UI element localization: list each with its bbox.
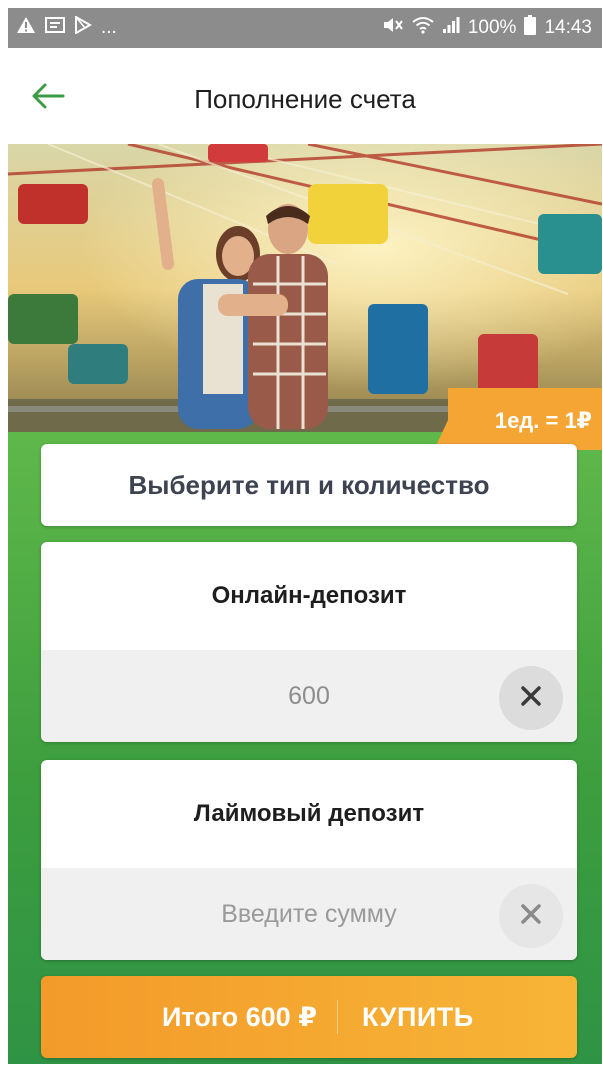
mute-icon — [382, 16, 404, 40]
total-amount: Итого 600 ₽ — [162, 1001, 317, 1032]
notification-more: ... — [101, 17, 117, 38]
buy-button[interactable]: Итого 600 ₽ КУПИТЬ — [41, 976, 577, 1058]
online-deposit-clear-button[interactable] — [499, 666, 563, 730]
play-store-icon — [74, 15, 93, 40]
battery-icon — [524, 15, 537, 41]
battery-percent: 100% — [467, 17, 517, 38]
message-icon — [45, 16, 65, 40]
content-background — [8, 432, 602, 1064]
page-title: Пополнение счета — [194, 84, 416, 114]
online-deposit-title: Онлайн-депозит — [211, 582, 407, 609]
alert-triangle-icon — [16, 16, 36, 40]
signal-icon — [442, 16, 460, 40]
app-screen: ... 100% 14:43 Пополнение счета 1ед. = 1… — [8, 8, 602, 1064]
lime-deposit-input[interactable] — [41, 868, 577, 960]
choose-type-card: Выберите тип и количество — [41, 444, 577, 526]
online-deposit-input[interactable] — [41, 650, 577, 742]
status-bar: ... 100% 14:43 — [8, 8, 602, 48]
online-deposit-field — [41, 650, 577, 742]
close-icon — [520, 685, 542, 712]
clock: 14:43 — [544, 17, 592, 38]
buy-label: КУПИТЬ — [362, 1001, 474, 1032]
wifi-icon — [412, 16, 434, 40]
app-bar: Пополнение счета — [8, 48, 602, 144]
close-icon — [520, 903, 542, 930]
lime-deposit-field — [41, 868, 577, 960]
lime-deposit-title: Лаймовый депозит — [193, 800, 425, 827]
lime-deposit-clear-button[interactable] — [499, 884, 563, 948]
online-deposit-card: Онлайн-депозит — [41, 542, 577, 742]
price-tag-label: 1ед. = 1₽ — [494, 408, 592, 433]
choose-type-label: Выберите тип и количество — [128, 469, 490, 500]
lime-deposit-card: Лаймовый депозит — [41, 760, 577, 960]
